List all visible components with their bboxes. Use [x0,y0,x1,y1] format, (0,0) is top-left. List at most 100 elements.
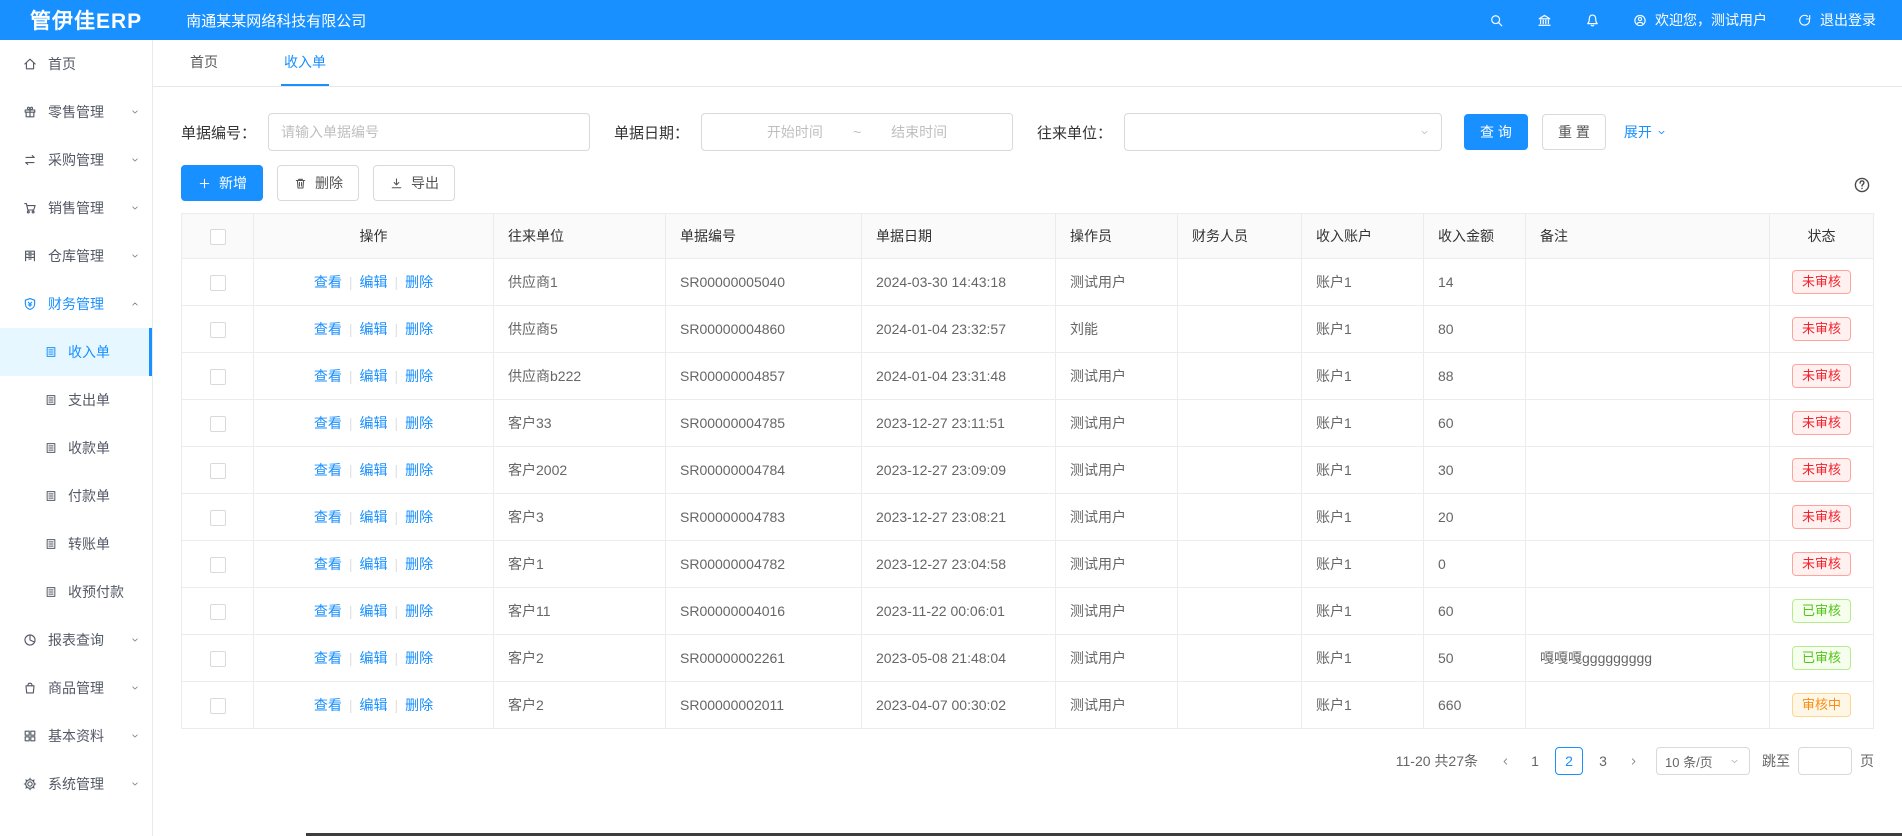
action-删除-link[interactable]: 删除 [405,274,433,290]
sidebar-item-label: 收款单 [68,438,110,458]
action-查看-link[interactable]: 查看 [314,556,342,572]
sidebar-item-系统管理[interactable]: 系统管理 [0,760,152,808]
search-icon[interactable] [1488,11,1506,29]
sidebar-item-财务管理[interactable]: 财务管理 [0,280,152,328]
action-查看-link[interactable]: 查看 [314,509,342,525]
row-checkbox[interactable] [210,322,226,338]
bank-icon[interactable] [1536,11,1554,29]
sidebar-item-label: 转账单 [68,534,110,554]
page-button-1[interactable]: 1 [1521,747,1549,775]
pagination: 11-20 共27条 123 10 条/页 跳至 页 [181,747,1874,775]
search-button[interactable]: 查 询 [1464,114,1528,150]
sidebar-item-销售管理[interactable]: 销售管理 [0,184,152,232]
action-编辑-link[interactable]: 编辑 [360,321,388,337]
sidebar-item-首页[interactable]: 首页 [0,40,152,88]
action-编辑-link[interactable]: 编辑 [360,368,388,384]
action-查看-link[interactable]: 查看 [314,415,342,431]
action-查看-link[interactable]: 查看 [314,697,342,713]
tab-收入单[interactable]: 收入单 [281,40,329,86]
action-删除-link[interactable]: 删除 [405,321,433,337]
action-separator: | [349,650,353,666]
row-checkbox[interactable] [210,698,226,714]
sidebar-item-商品管理[interactable]: 商品管理 [0,664,152,712]
sidebar-item-基本资料[interactable]: 基本资料 [0,712,152,760]
row-checkbox[interactable] [210,651,226,667]
row-checkbox[interactable] [210,369,226,385]
row-checkbox[interactable] [210,557,226,573]
tab-首页[interactable]: 首页 [187,40,221,86]
action-删除-link[interactable]: 删除 [405,509,433,525]
sidebar-item-收款单[interactable]: 收款单 [0,424,152,472]
page-button-3[interactable]: 3 [1589,747,1617,775]
income-account-cell: 账户1 [1302,541,1424,588]
column-header-单据编号: 单据编号 [666,214,862,259]
row-checkbox[interactable] [210,275,226,291]
sidebar-item-采购管理[interactable]: 采购管理 [0,136,152,184]
sidebar-item-仓库管理[interactable]: 仓库管理 [0,232,152,280]
action-查看-link[interactable]: 查看 [314,274,342,290]
income-account-cell: 账户1 [1302,682,1424,729]
action-编辑-link[interactable]: 编辑 [360,697,388,713]
row-checkbox[interactable] [210,604,226,620]
action-编辑-link[interactable]: 编辑 [360,603,388,619]
action-删除-link[interactable]: 删除 [405,603,433,619]
action-编辑-link[interactable]: 编辑 [360,509,388,525]
bell-icon[interactable] [1584,11,1602,29]
sidebar-item-支出单[interactable]: 支出单 [0,376,152,424]
select-all-checkbox[interactable] [210,229,226,245]
add-button[interactable]: 新增 [181,165,263,201]
partner-cell: 供应商1 [494,259,666,306]
row-checkbox[interactable] [210,510,226,526]
action-编辑-link[interactable]: 编辑 [360,462,388,478]
date-range-picker[interactable]: 开始时间 ~ 结束时间 [701,113,1013,151]
income-account-cell: 账户1 [1302,259,1424,306]
bill-date-cell: 2024-03-30 14:43:18 [862,259,1056,306]
goods-icon [22,680,38,696]
sidebar-item-零售管理[interactable]: 零售管理 [0,88,152,136]
sidebar-item-报表查询[interactable]: 报表查询 [0,616,152,664]
action-删除-link[interactable]: 删除 [405,462,433,478]
export-button[interactable]: 导出 [373,165,455,201]
row-checkbox[interactable] [210,463,226,479]
main-area: 首页收入单 单据编号： 单据日期： 开始时间 ~ 结束时间 往来单位： 查 询 … [153,40,1902,836]
reset-button[interactable]: 重 置 [1542,114,1606,150]
sidebar-item-收预付款[interactable]: 收预付款 [0,568,152,616]
action-separator: | [395,274,399,290]
action-删除-link[interactable]: 删除 [405,415,433,431]
action-编辑-link[interactable]: 编辑 [360,556,388,572]
sidebar-item-付款单[interactable]: 付款单 [0,472,152,520]
logout-button[interactable]: 退出登录 [1797,10,1876,30]
delete-button[interactable]: 删除 [277,165,359,201]
sidebar-item-收入单[interactable]: 收入单 [0,328,152,376]
row-checkbox[interactable] [210,416,226,432]
action-查看-link[interactable]: 查看 [314,321,342,337]
action-编辑-link[interactable]: 编辑 [360,415,388,431]
action-删除-link[interactable]: 删除 [405,650,433,666]
bill-no-input[interactable] [268,113,590,151]
page-size-select[interactable]: 10 条/页 [1656,747,1750,775]
prev-page-icon[interactable] [1492,747,1518,775]
next-page-icon[interactable] [1620,747,1646,775]
action-查看-link[interactable]: 查看 [314,368,342,384]
action-删除-link[interactable]: 删除 [405,368,433,384]
action-查看-link[interactable]: 查看 [314,650,342,666]
doc-icon [44,441,58,455]
action-删除-link[interactable]: 删除 [405,556,433,572]
sidebar-item-转账单[interactable]: 转账单 [0,520,152,568]
action-查看-link[interactable]: 查看 [314,462,342,478]
jump-page-input[interactable] [1798,747,1852,775]
expand-link[interactable]: 展开 [1624,122,1668,142]
help-icon[interactable] [1852,175,1872,195]
company-name: 南通某某网络科技有限公司 [186,10,366,31]
page-button-2[interactable]: 2 [1555,747,1583,775]
action-编辑-link[interactable]: 编辑 [360,274,388,290]
action-编辑-link[interactable]: 编辑 [360,650,388,666]
partner-select[interactable] [1124,113,1442,151]
sidebar-item-label: 零售管理 [48,102,104,122]
welcome-user[interactable]: 欢迎您，测试用户 [1632,10,1767,30]
action-separator: | [395,603,399,619]
action-查看-link[interactable]: 查看 [314,603,342,619]
bill-date-cell: 2023-12-27 23:11:51 [862,400,1056,447]
action-删除-link[interactable]: 删除 [405,697,433,713]
status-badge: 未审核 [1792,411,1851,435]
